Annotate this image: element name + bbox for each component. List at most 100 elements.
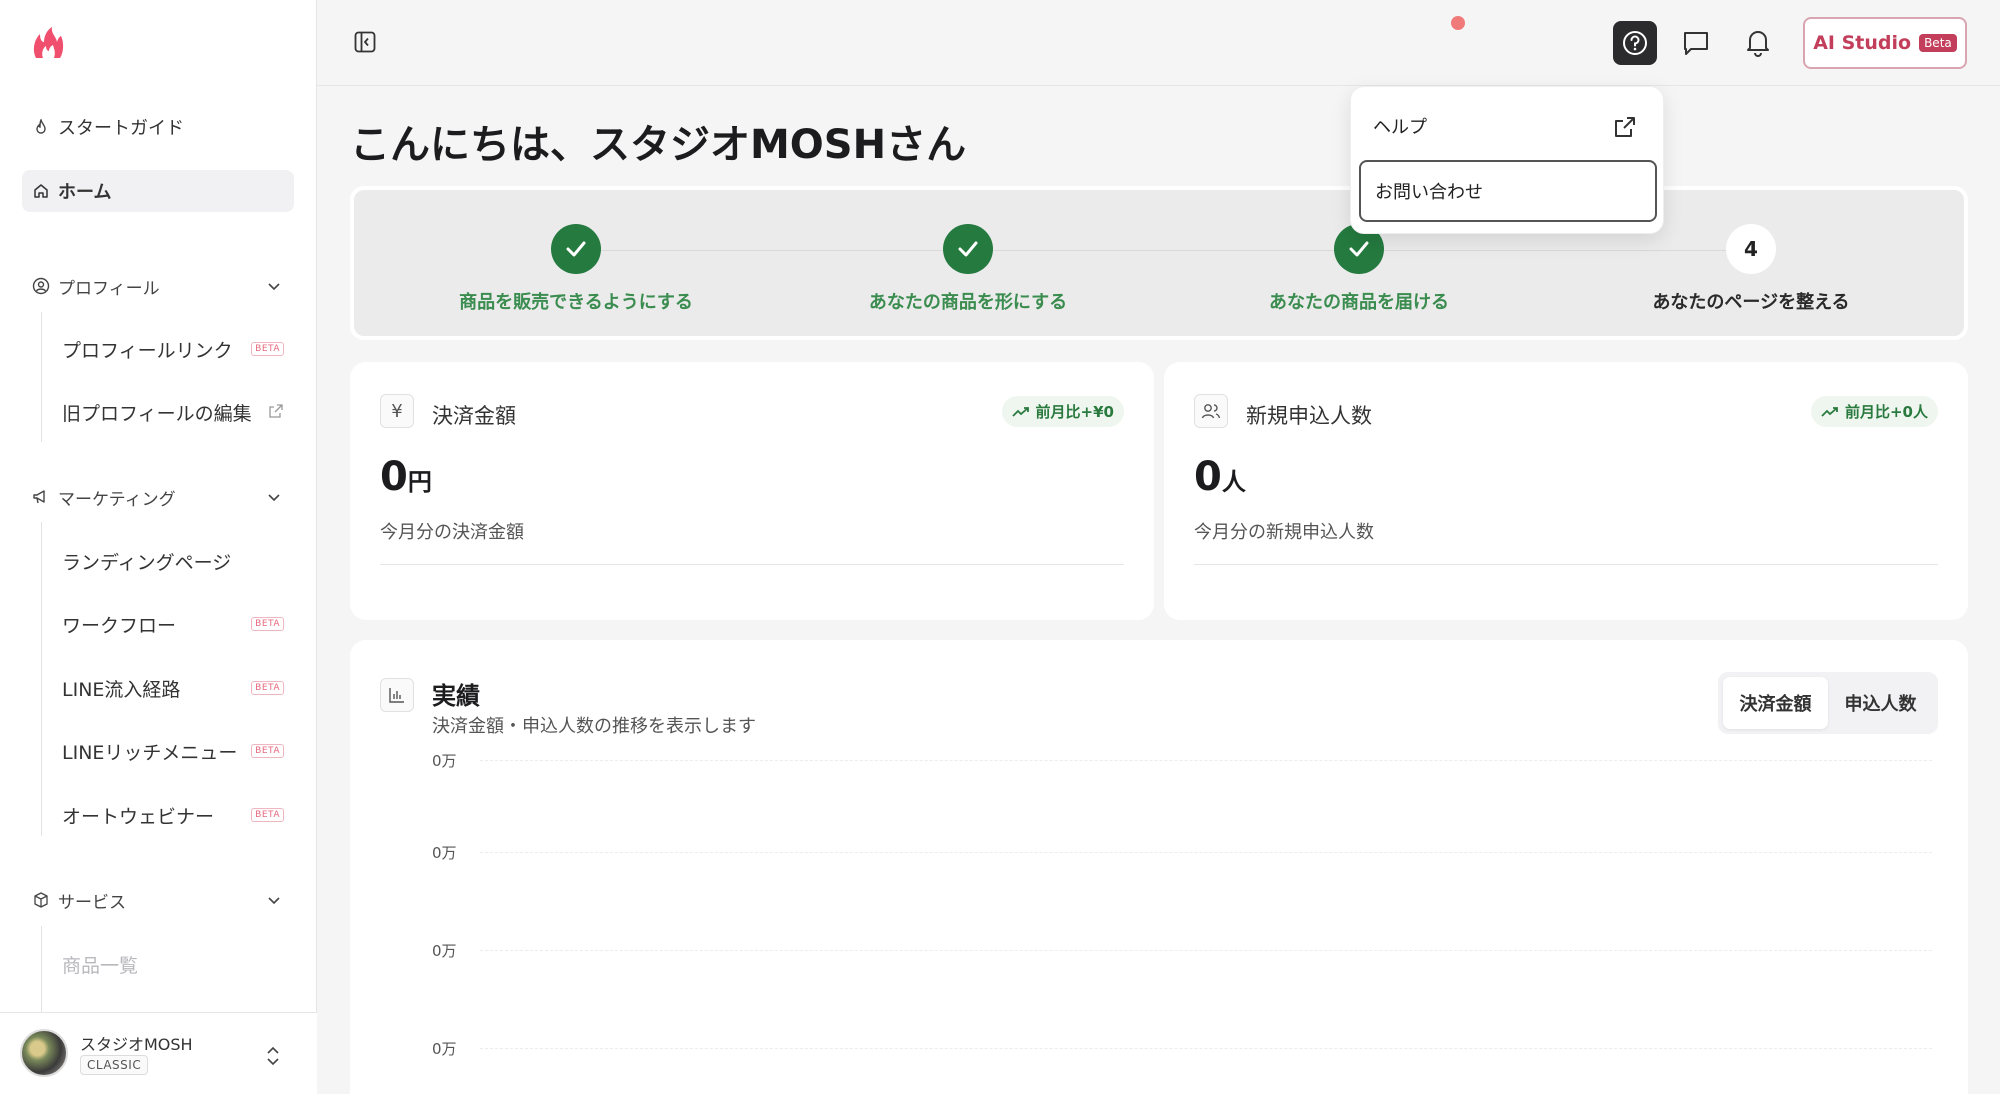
menu-item-help[interactable]: ヘルプ	[1359, 95, 1657, 157]
step-number: 4	[1726, 224, 1776, 274]
chart-title: 実績	[432, 682, 480, 710]
stat-number: 0	[380, 454, 408, 500]
help-button[interactable]	[1613, 21, 1657, 65]
user-circle-icon	[32, 277, 50, 295]
trend-up-icon	[1011, 406, 1029, 417]
step-label: あなたのページを整える	[1652, 292, 1850, 313]
nav-landing-page-label: ランディングページ	[62, 551, 232, 574]
progress-track	[576, 250, 1756, 251]
trend-text: 前月比+0人	[1844, 403, 1928, 421]
beta-badge: BETA	[251, 617, 284, 631]
external-link-icon	[269, 404, 283, 418]
step-label: あなたの商品を届ける	[1269, 292, 1449, 313]
stat-number: 0	[1194, 454, 1222, 500]
menu-item-help-label: ヘルプ	[1373, 117, 1427, 138]
chart-metric-toggle: 決済金額 申込人数	[1718, 672, 1938, 734]
step-2[interactable]: あなたの商品を形にする	[818, 224, 1118, 314]
step-label: 商品を販売できるようにする	[459, 292, 693, 313]
tab-applicants[interactable]: 申込人数	[1828, 677, 1933, 729]
step-label: あなたの商品を形にする	[868, 292, 1068, 313]
y-tick-label: 0万	[432, 1040, 457, 1058]
step-4[interactable]: 4 あなたのページを整える	[1601, 224, 1901, 314]
trend-badge: 前月比+0人	[1810, 396, 1938, 427]
chevron-down-icon	[268, 494, 280, 502]
chat-icon[interactable]	[1681, 28, 1711, 58]
stat-value: 0人	[1194, 454, 1246, 500]
brand-logo-icon[interactable]	[30, 26, 66, 60]
stat-title: 決済金額	[432, 404, 516, 428]
yen-icon: ¥	[380, 394, 414, 428]
stat-description: 今月分の決済金額	[380, 522, 524, 543]
ai-studio-beta-badge: Beta	[1919, 34, 1957, 52]
nav-product-list-label: 商品一覧	[62, 954, 139, 977]
plan-badge: CLASSIC	[80, 1055, 149, 1075]
service-tree-line	[41, 926, 42, 1012]
step-1[interactable]: 商品を販売できるようにする	[426, 224, 726, 314]
nav-landing-page[interactable]: ランディングページ	[62, 541, 294, 581]
gridline	[480, 760, 1932, 761]
beta-badge: BETA	[251, 808, 284, 822]
nav-line-route-label: LINE流入経路	[62, 678, 181, 701]
menu-item-contact[interactable]: お問い合わせ	[1359, 160, 1657, 222]
notification-dot	[1451, 16, 1465, 30]
divider	[380, 564, 1124, 565]
nav-workflow[interactable]: ワークフロー BETA	[62, 604, 294, 644]
gridline	[480, 852, 1932, 853]
sidebar-toggle-icon[interactable]	[353, 30, 377, 54]
help-dropdown-menu: ヘルプ お問い合わせ	[1350, 86, 1664, 234]
chevron-down-icon	[268, 897, 280, 905]
section-service[interactable]: サービス	[22, 880, 294, 920]
package-icon	[32, 891, 50, 909]
chart-subtitle: 決済金額・申込人数の推移を表示します	[432, 716, 756, 737]
sidebar: スタートガイド ホーム プロフィール プロフィールリンク BETA 旧プロフィー…	[0, 0, 317, 1094]
beta-badge: BETA	[251, 342, 284, 356]
account-switcher[interactable]: スタジオMOSH CLASSIC	[0, 1012, 317, 1094]
flame-icon	[32, 118, 50, 136]
menu-item-contact-label: お問い合わせ	[1375, 182, 1483, 203]
beta-badge: BETA	[251, 744, 284, 758]
check-icon	[551, 224, 601, 274]
home-icon	[32, 182, 50, 200]
y-tick-label: 0万	[432, 942, 457, 960]
tab-payment[interactable]: 決済金額	[1723, 677, 1828, 729]
section-service-label: サービス	[58, 892, 126, 913]
nav-line-rich-menu-label: LINEリッチメニュー	[62, 741, 238, 764]
ai-studio-button[interactable]: AI Studio Beta	[1803, 17, 1967, 69]
stat-title: 新規申込人数	[1246, 404, 1372, 428]
nav-old-profile[interactable]: 旧プロフィールの編集	[62, 392, 294, 432]
nav-workflow-label: ワークフロー	[62, 614, 177, 637]
nav-start-guide[interactable]: スタートガイド	[22, 106, 294, 148]
nav-start-guide-label: スタートガイド	[58, 118, 184, 139]
trend-up-icon	[1821, 406, 1838, 417]
ai-studio-label: AI Studio	[1813, 32, 1912, 54]
chevron-updown-icon	[267, 1046, 279, 1066]
nav-line-rich-menu[interactable]: LINEリッチメニュー BETA	[62, 731, 294, 771]
marketing-tree-line	[41, 522, 42, 836]
external-link-icon	[1615, 117, 1635, 137]
nav-profile-link[interactable]: プロフィールリンク BETA	[62, 329, 294, 369]
y-tick-label: 0万	[432, 752, 457, 770]
section-marketing[interactable]: マーケティング	[22, 477, 294, 517]
nav-auto-webinar-label: オートウェビナー	[62, 805, 215, 828]
stat-value: 0円	[380, 454, 432, 500]
nav-auto-webinar[interactable]: オートウェビナー BETA	[62, 795, 294, 835]
payment-stat-card: ¥ 決済金額 前月比+¥0 0円 今月分の決済金額	[350, 362, 1154, 620]
profile-tree-line	[41, 312, 42, 442]
section-profile[interactable]: プロフィール	[22, 266, 294, 306]
onboarding-progress: 商品を販売できるようにする あなたの商品を形にする あなたの商品を届ける 4 あ…	[350, 186, 1968, 340]
top-bar: AI Studio Beta	[317, 0, 2000, 86]
page-title: こんにちは、スタジオMOSHさん	[350, 122, 967, 168]
check-icon	[943, 224, 993, 274]
bell-icon[interactable]	[1743, 27, 1773, 57]
nav-line-route[interactable]: LINE流入経路 BETA	[62, 668, 294, 708]
nav-product-list[interactable]: 商品一覧	[62, 944, 294, 984]
section-marketing-label: マーケティング	[58, 489, 176, 510]
user-name: スタジオMOSH	[80, 1035, 193, 1054]
nav-old-profile-label: 旧プロフィールの編集	[62, 402, 252, 425]
applicants-stat-card: 新規申込人数 前月比+0人 0人 今月分の新規申込人数	[1164, 362, 1968, 620]
trend-badge: 前月比+¥0	[1001, 396, 1124, 427]
step-3[interactable]: あなたの商品を届ける	[1209, 224, 1509, 314]
chevron-down-icon	[268, 283, 280, 291]
nav-home[interactable]: ホーム	[22, 170, 294, 212]
avatar	[20, 1029, 68, 1077]
